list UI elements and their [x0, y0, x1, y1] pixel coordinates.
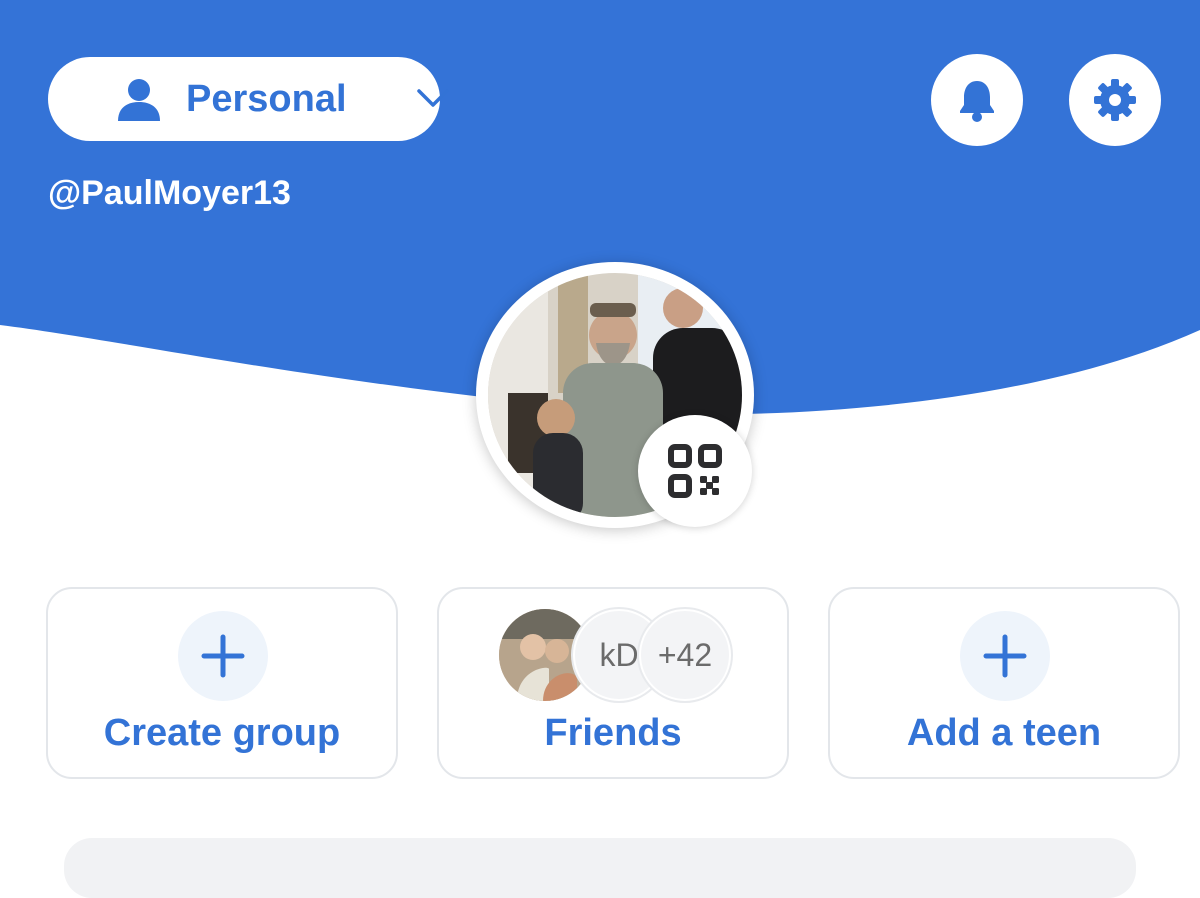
chevron-down-icon — [417, 89, 449, 107]
create-group-plus — [178, 611, 268, 701]
qr-code-button[interactable] — [638, 415, 752, 527]
friends-more-count: +42 — [639, 609, 731, 701]
next-section-card — [64, 838, 1136, 898]
add-teen-card[interactable]: Add a teen — [828, 587, 1180, 779]
settings-button[interactable] — [1069, 54, 1161, 146]
add-teen-label: Add a teen — [906, 712, 1102, 754]
friends-label: Friends — [544, 712, 682, 754]
add-teen-plus — [960, 611, 1050, 701]
plus-icon — [201, 634, 245, 678]
gear-icon — [1094, 79, 1136, 121]
username-handle: @PaulMoyer13 — [48, 174, 291, 212]
friends-card[interactable]: kD +42 Friends — [437, 587, 789, 779]
create-group-label: Create group — [103, 712, 341, 754]
bell-icon — [960, 81, 994, 122]
account-switcher-button[interactable]: Personal — [48, 57, 449, 141]
qr-code-icon — [668, 444, 722, 498]
account-type-label: Personal — [186, 78, 347, 120]
notifications-button[interactable] — [931, 54, 1023, 146]
plus-icon — [983, 634, 1027, 678]
create-group-card[interactable]: Create group — [46, 587, 398, 779]
person-icon — [118, 79, 160, 121]
